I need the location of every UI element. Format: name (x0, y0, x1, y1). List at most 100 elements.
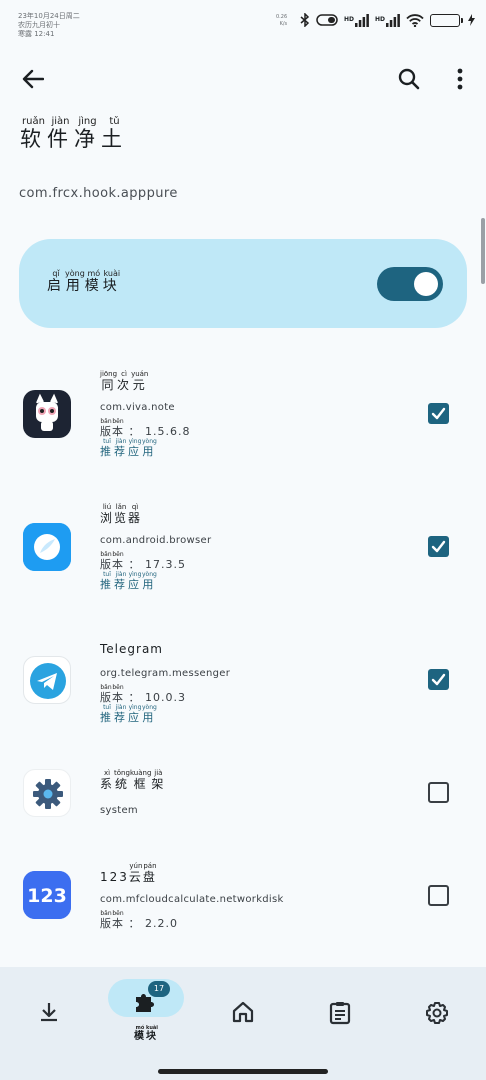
recommended-pinyin: tuī (100, 571, 114, 578)
app-name-char: 架jià (151, 769, 166, 791)
app-name-char: 器qì (128, 503, 143, 525)
version-label-pinyin: běn (112, 551, 124, 558)
app-version: 版bǎn本běn ： 10.0.3 (100, 684, 186, 705)
scrollbar[interactable] (481, 218, 485, 284)
system-gear-icon (23, 769, 71, 817)
search-button[interactable] (389, 59, 429, 99)
app-name-char: 元yuán (131, 370, 149, 392)
app-name-char: 盘pán (142, 862, 157, 884)
version-label-char: 本běn (112, 418, 124, 438)
clipboard-icon (329, 1001, 351, 1029)
title-char: 件jiàn (47, 116, 74, 151)
check-icon (431, 540, 446, 553)
recommended-pinyin: jiàn (114, 704, 128, 711)
recommended-tag: 推tuī荐jiàn应yìng用yòng (100, 571, 157, 592)
recommended-char: 用yòng (142, 438, 157, 458)
more-vert-icon (457, 68, 463, 90)
status-bar: 23年10月24日周二 农历九月初十 寒露 12:41 0.26 K/s HD … (0, 0, 486, 44)
back-button[interactable] (13, 59, 53, 99)
enable-label-char: 模mó (84, 269, 103, 294)
recommended-char: 用yòng (142, 571, 157, 591)
search-icon (398, 68, 420, 90)
status-date-line: 23年10月24日周二 (18, 12, 80, 20)
recommended-pinyin: yòng (142, 571, 157, 578)
wifi-icon (406, 13, 424, 27)
recommended-char: 用yòng (142, 704, 157, 724)
network-speed: 0.26 K/s (276, 14, 287, 28)
more-options-button[interactable] (440, 59, 480, 99)
app-item-system[interactable]: 系xì统tǒng框kuàng架jià system (0, 759, 486, 839)
module-package: com.frcx.hook.apppure (19, 186, 178, 201)
recommended-char: 应yìng (128, 438, 142, 458)
recommended-pinyin: tuī (100, 438, 114, 445)
enable-label-char: 启qǐ (47, 269, 65, 294)
nav-item-logs[interactable] (301, 981, 379, 1051)
recommended-pinyin: yòng (142, 704, 157, 711)
app-checkbox[interactable] (428, 536, 449, 557)
nav-item-download[interactable] (10, 981, 88, 1051)
recommended-pinyin: yìng (128, 438, 142, 445)
version-label-pinyin: bǎn (100, 551, 112, 558)
app-checkbox[interactable] (428, 885, 449, 906)
version-label-pinyin: bǎn (100, 418, 112, 425)
status-lunar-line: 农历九月初十 (18, 21, 60, 29)
app-name-char: 览lǎn (114, 503, 129, 525)
app-checkbox[interactable] (428, 782, 449, 803)
app-name-char: 云yún (128, 862, 143, 884)
app-name-char: 系xì (100, 769, 115, 791)
recommended-pinyin: yìng (128, 704, 142, 711)
recommended-char: 荐jiàn (114, 571, 128, 591)
nav-item-home[interactable] (204, 981, 282, 1051)
recommended-pinyin: yòng (142, 438, 157, 445)
recommended-char: 荐jiàn (114, 704, 128, 724)
nav-label-char: 块kuài (146, 1025, 158, 1042)
app-item-jiongciyuan[interactable]: 同jiōng次cì元yuán com.viva.note 版bǎn本běn ： … (0, 360, 486, 470)
arrow-back-icon (22, 69, 44, 89)
version-value: ： 2.2.0 (124, 917, 178, 930)
app-name-char: 次cì (117, 370, 132, 392)
check-icon (431, 673, 446, 686)
title-pinyin: jìng (74, 116, 101, 127)
app-name-pinyin: cì (117, 370, 132, 378)
version-label-char: 本běn (112, 551, 124, 571)
hd-label: HD (344, 16, 355, 23)
app-name-pinyin: yún (128, 862, 143, 870)
recommended-char: 应yìng (128, 704, 142, 724)
app-name-pinyin: tǒng (114, 769, 130, 777)
app-item-browser[interactable]: 浏liú览lǎn器qì com.android.browser 版bǎn本běn… (0, 493, 486, 603)
status-icons: HD HD (300, 13, 476, 27)
app-name-pinyin: jià (151, 769, 166, 777)
app-name-pinyin: xì (100, 769, 114, 777)
module-count-badge: 17 (148, 981, 170, 997)
app-checkbox[interactable] (428, 669, 449, 690)
enable-module-switch[interactable] (377, 267, 443, 301)
app-checkbox[interactable] (428, 403, 449, 424)
app-item-123-cloud[interactable]: 123 123云yún盘pán com.mfcloudcalculate.net… (0, 860, 486, 950)
app-package: com.viva.note (100, 402, 175, 413)
app-name-pinyin: qì (128, 503, 143, 511)
home-indicator[interactable] (158, 1069, 328, 1074)
nav-label-modules: 模mó块kuài (108, 1025, 184, 1042)
app-item-telegram[interactable]: Telegram org.telegram.messenger 版bǎn本běn… (0, 626, 486, 736)
recommended-pinyin: tuī (100, 704, 114, 711)
app-package: system (100, 805, 138, 816)
nav-label-char: 模mó (134, 1025, 146, 1042)
signal-hd-2-icon: HD (375, 13, 400, 27)
download-icon (38, 1001, 60, 1027)
app-name-pinyin: yuán (131, 370, 149, 378)
recommended-tag: 推tuī荐jiàn应yìng用yòng (100, 438, 157, 459)
enable-module-card[interactable]: 启qǐ用yòng模mó块kuài (19, 239, 467, 328)
version-label-pinyin: běn (112, 418, 124, 425)
version-label-char: 版bǎn (100, 684, 112, 704)
version-value: ： 10.0.3 (124, 691, 186, 704)
enable-label-pinyin: mó (84, 269, 103, 278)
nav-item-settings[interactable] (398, 981, 476, 1051)
status-date: 23年10月24日周二 农历九月初十 寒露 12:41 (18, 12, 80, 39)
signal-hd-1-icon: HD (344, 13, 369, 27)
cloud-123-icon-text: 123 (27, 885, 67, 907)
version-label-char: 版bǎn (100, 910, 112, 930)
nav-label-pinyin: mó (134, 1025, 146, 1031)
page-title: 软ruǎn件jiàn净jìng土tǔ (20, 116, 128, 153)
title-char: 软ruǎn (20, 116, 47, 151)
browser-icon (23, 523, 71, 571)
